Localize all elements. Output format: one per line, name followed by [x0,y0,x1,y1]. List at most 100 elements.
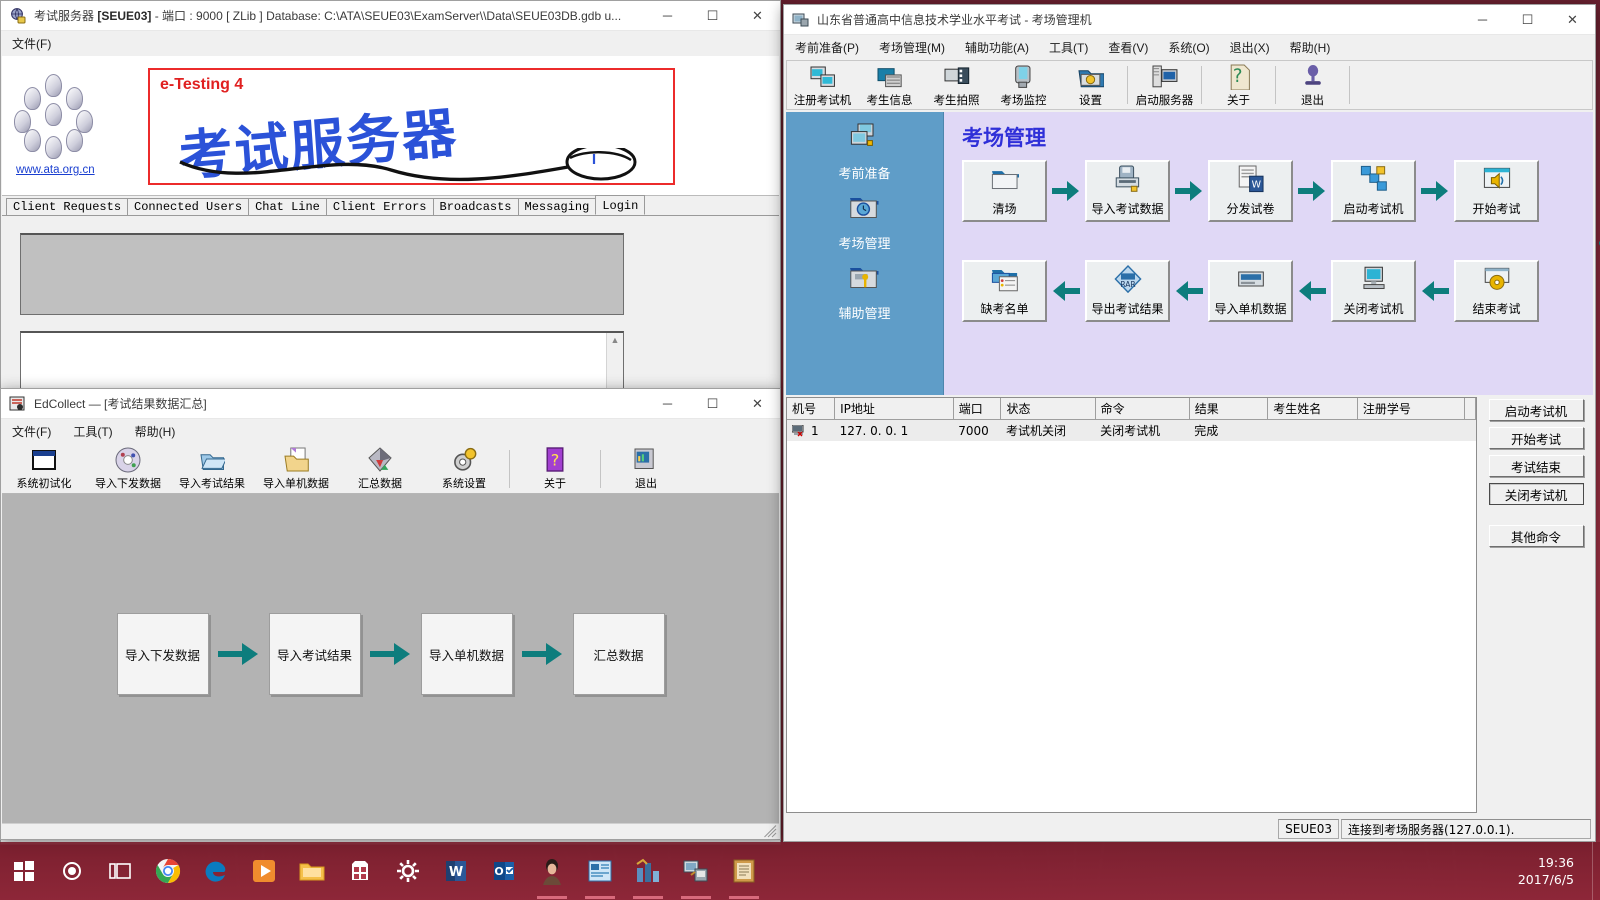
windows-taskbar[interactable]: WO 19:36 2017/6/5 [0,842,1600,900]
exam-room-toolbar-server[interactable]: 启动服务器 [1131,62,1198,108]
client-list-body[interactable]: 1 127. 0. 0. 1 7000 考试机关闭 关闭考试机 完成 [787,419,1476,441]
exam-server-icon[interactable] [576,842,624,900]
minimize-button[interactable]: ─ [645,1,690,30]
workflow-step-缺考名单[interactable]: 缺考名单 [962,260,1047,322]
exam-server-menubar[interactable]: 文件(F) [1,31,780,55]
minimize-button[interactable]: ─ [645,389,690,418]
edcollect-titlebar[interactable]: EdCollect — [考试结果数据汇总] ─ ☐ ✕ [1,389,780,419]
exam-room-icon[interactable] [672,842,720,900]
column-header-7[interactable]: 注册学号 [1357,398,1466,420]
exam-room-menu-item-0[interactable]: 考前准备(P) [792,37,862,58]
exam-room-menu-item-5[interactable]: 系统(O) [1165,37,1212,58]
command-button-启动考试机[interactable]: 启动考试机 [1488,399,1584,421]
tab-connected-users[interactable]: Connected Users [127,198,250,215]
workflow-step-导出考试结果[interactable]: RAR 导出考试结果 [1085,260,1170,322]
outlook-icon[interactable]: O [480,842,528,900]
close-button[interactable]: ✕ [735,389,780,418]
edcollect-toolbar-open-folder[interactable]: 导入考试结果 [170,445,254,493]
workflow-step-分发试卷[interactable]: W 分发试卷 [1208,160,1293,222]
edge-icon[interactable] [192,842,240,900]
sidebar-item-0[interactable]: 考前准备 [838,122,891,182]
tab-chat-line[interactable]: Chat Line [248,198,327,215]
exam-room-sidebar[interactable]: 考前准备考场管理辅助管理 [786,112,944,395]
maximize-button[interactable]: ☐ [1505,5,1550,34]
tab-messaging[interactable]: Messaging [517,198,597,215]
command-button-其他命令[interactable]: 其他命令 [1488,525,1584,547]
chrome-icon[interactable] [144,842,192,900]
exam-room-window-buttons[interactable]: ─ ☐ ✕ [1460,5,1595,34]
tab-client-errors[interactable]: Client Errors [325,198,434,215]
store-icon[interactable] [336,842,384,900]
word-icon[interactable]: W [432,842,480,900]
edcollect-toolbar-folder-doc[interactable]: 导入单机数据 [254,445,338,493]
exam-room-titlebar[interactable]: 山东省普通高中信息技术学业水平考试 - 考场管理机 ─ ☐ ✕ [784,5,1595,35]
menu-item-file[interactable]: 文件(F) [9,33,54,54]
maximize-button[interactable]: ☐ [690,1,735,30]
exam-room-toolbar-stamp-exit[interactable]: 退出 [1279,62,1346,108]
workflow-step-关闭考试机[interactable]: 关闭考试机 [1331,260,1416,322]
cortana-icon[interactable] [48,842,96,900]
taskbar-clock[interactable]: 19:36 2017/6/5 [1518,854,1574,888]
minimize-button[interactable]: ─ [1460,5,1505,34]
edcollect-toolbar-question[interactable]: ? 关于 [513,445,597,493]
edcollect-toolbar-gear[interactable]: 系统设置 [422,445,506,493]
column-header-3[interactable]: 状态 [1000,398,1096,420]
photo-app-icon[interactable] [528,842,576,900]
edcollect-menubar[interactable]: 文件(F) 工具(T) 帮助(H) [1,419,780,443]
exam-room-menu-item-3[interactable]: 工具(T) [1046,37,1091,58]
workflow-step-导入单机数据[interactable]: 导入单机数据 [1208,260,1293,322]
workflow-step-启动考试机[interactable]: 启动考试机 [1331,160,1416,222]
column-header-1[interactable]: IP地址 [834,398,954,420]
edcollect-menu-item-1[interactable]: 工具(T) [70,421,115,442]
exam-room-toolbar-settings-folder[interactable]: 设置 [1057,62,1124,108]
exam-server-titlebar[interactable]: 考试服务器 [SEUE03] - 端口 : 9000 [ ZLib ] Data… [1,1,780,31]
column-header-5[interactable]: 结果 [1189,398,1269,420]
command-button-考试结束[interactable]: 考试结束 [1488,455,1584,477]
exam-room-menu-item-2[interactable]: 辅助功能(A) [962,37,1032,58]
tab-client-requests[interactable]: Client Requests [6,198,129,215]
sidebar-item-1[interactable]: 考场管理 [838,192,891,252]
flow-step-box[interactable]: 汇总数据 [572,613,665,695]
workflow-step-清场[interactable]: 清场 [962,160,1047,222]
task-view-icon[interactable] [96,842,144,900]
column-header-0[interactable]: 机号 [787,398,836,420]
media-player-icon[interactable] [240,842,288,900]
workflow-step-开始考试[interactable]: 开始考试 [1454,160,1539,222]
exam-room-toolbar[interactable]: 注册考试机 考生信息 考生拍照 考场监控 设置 启动服务器? 关于 退出 [786,60,1593,110]
table-row[interactable]: 1 127. 0. 0. 1 7000 考试机关闭 关闭考试机 完成 [787,419,1476,441]
maximize-button[interactable]: ☐ [690,389,735,418]
close-button[interactable]: ✕ [735,1,780,30]
exam-room-toolbar-student-folder[interactable]: 考生信息 [856,62,923,108]
exam-room-toolbar-question-page[interactable]: ? 关于 [1205,62,1272,108]
start-button[interactable] [0,842,48,900]
edcollect-window-buttons[interactable]: ─ ☐ ✕ [645,389,780,418]
exam-room-menu-item-7[interactable]: 帮助(H) [1287,37,1334,58]
command-button-开始考试[interactable]: 开始考试 [1488,427,1584,449]
exam-room-menubar[interactable]: 考前准备(P) 考场管理(M) 辅助功能(A) 工具(T) 查看(V) 系统(O) 退出(X… [784,35,1595,59]
dictionary-icon[interactable] [720,842,768,900]
edcollect-toolbar-window-init[interactable]: 系统初试化 [2,445,86,493]
edcollect-menu-item-0[interactable]: 文件(F) [9,421,54,442]
column-header-2[interactable]: 端口 [953,398,1002,420]
exam-room-menu-item-6[interactable]: 退出(X) [1227,37,1273,58]
flow-step-box[interactable]: 导入下发数据 [116,613,209,695]
exam-room-manager-window[interactable]: 山东省普通高中信息技术学业水平考试 - 考场管理机 ─ ☐ ✕ 考前准备(P) 考… [783,4,1600,842]
flow-step-box[interactable]: 导入考试结果 [268,613,361,695]
flow-step-box[interactable]: 导入单机数据 [420,613,513,695]
edcollect-toolbar-cd-disc[interactable]: 导入下发数据 [86,445,170,493]
edcollect-icon[interactable] [624,842,672,900]
command-button-关闭考试机[interactable]: 关闭考试机 [1488,483,1584,505]
sidebar-item-2[interactable]: 辅助管理 [838,262,891,322]
column-header-4[interactable]: 命令 [1095,398,1190,420]
client-list-panel[interactable]: 机号 IP地址 端口 状态 命令 结果 考生姓名 注册学号 1 127. 0. 0. 1 7000… [786,397,1477,813]
file-explorer-icon[interactable] [288,842,336,900]
resize-grip-icon[interactable] [764,825,777,838]
edcollect-window[interactable]: EdCollect — [考试结果数据汇总] ─ ☐ ✕ 文件(F) 工具(T) 帮… [0,388,781,840]
exam-room-menu-item-4[interactable]: 查看(V) [1105,37,1151,58]
tab-broadcasts[interactable]: Broadcasts [432,198,519,215]
workflow-step-导入考试数据[interactable]: 导入考试数据 [1085,160,1170,222]
ata-url-link[interactable]: www.ata.org.cn [16,164,95,176]
edcollect-toolbar[interactable]: 系统初试化 导入下发数据 导入考试结果 导入单机数据 汇总数据 系统设置? 关于 退出 [2,444,779,494]
exam-server-tabstrip[interactable]: Client Requests Connected Users Chat Line C… [2,195,779,216]
exam-room-toolbar-register-pc[interactable]: 注册考试机 [789,62,856,108]
